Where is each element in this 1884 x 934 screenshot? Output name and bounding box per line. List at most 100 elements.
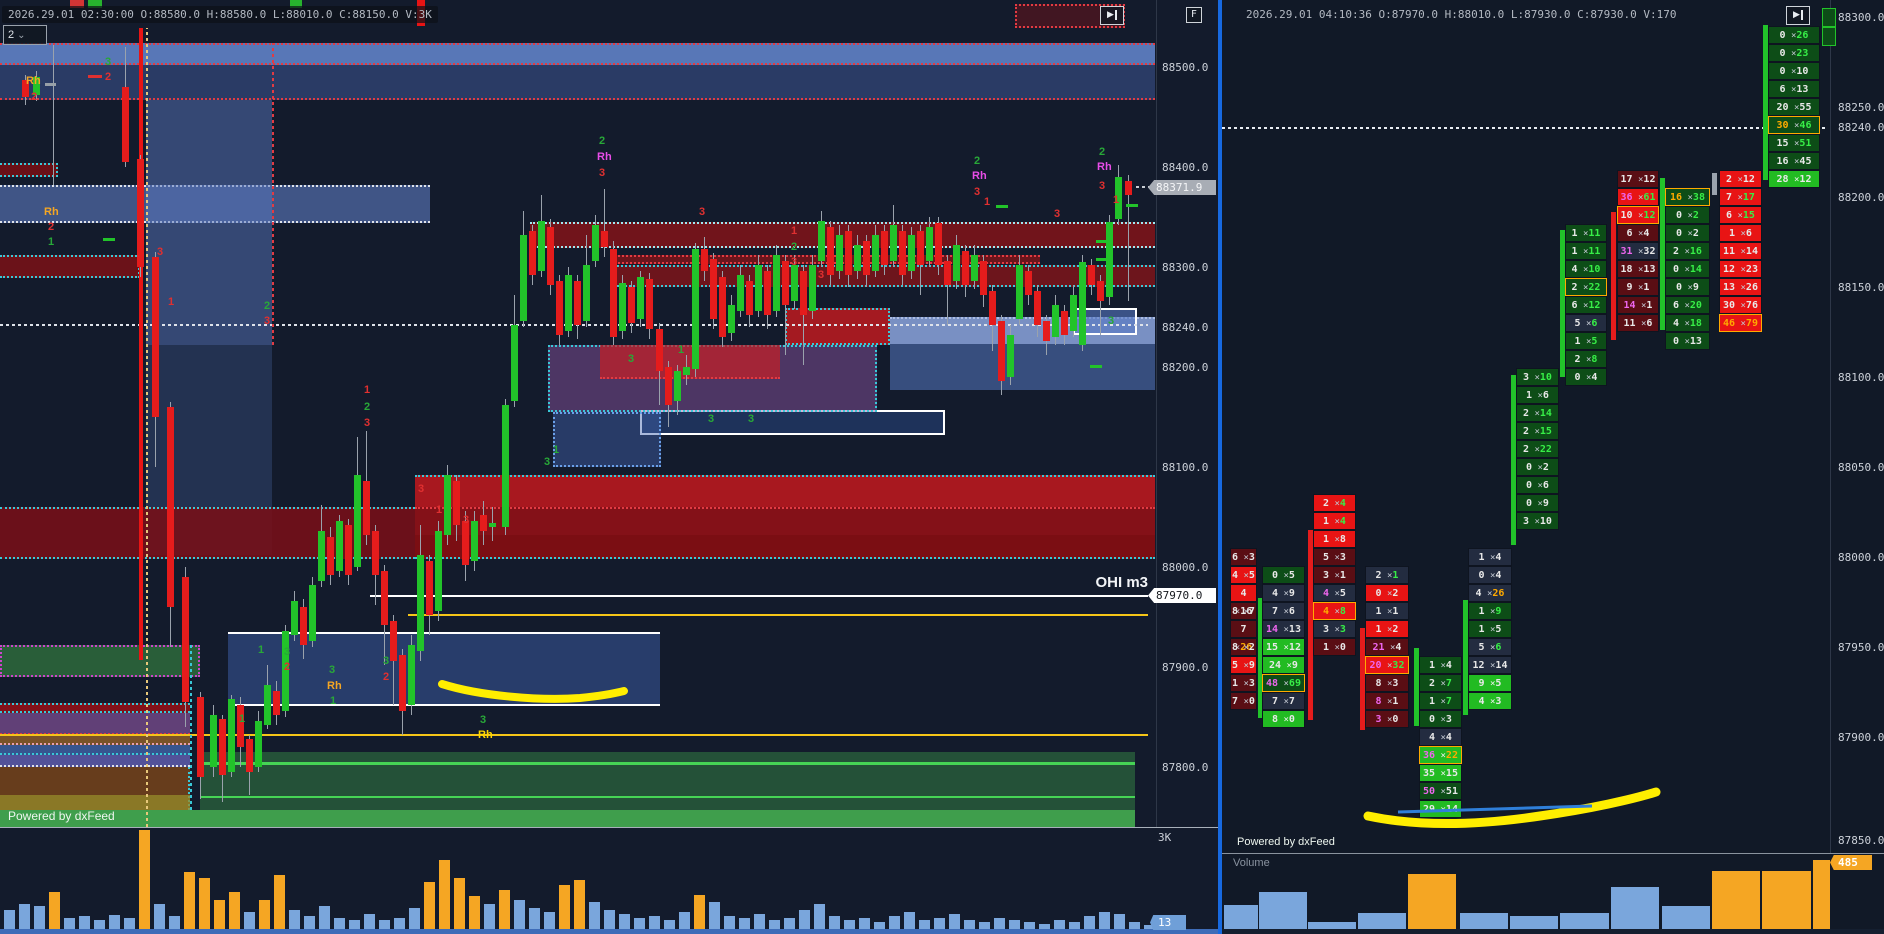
footprint-cell: 4 ×4: [1419, 728, 1462, 746]
count-annotation: 2: [383, 671, 390, 683]
footprint-cell: 1 ×5: [1565, 332, 1607, 350]
count-annotation: 3: [544, 456, 551, 468]
footprint-cell: 5 ×3: [1313, 548, 1356, 566]
footprint-cell: 3 ×0: [1365, 710, 1409, 728]
volume-bar: [274, 875, 285, 930]
horizontal-line: [200, 796, 1135, 798]
left-time-axis[interactable]: [0, 929, 1218, 934]
footprint-cell: 8 ×2: [1230, 638, 1257, 656]
footprint-cell: 6 ×20: [1665, 296, 1710, 314]
candle: [683, 367, 690, 375]
price-axis-label: 88200.0: [1838, 191, 1884, 204]
price-axis-label: 87950.0: [1838, 641, 1884, 654]
volume-bar: [694, 895, 705, 930]
candle: [1016, 265, 1023, 319]
volume-bar: [829, 916, 840, 930]
footprint-cell: 30 ×76: [1719, 296, 1762, 314]
footprint-cell: 0 ×23: [1768, 44, 1820, 62]
footprint-cell: 6 ×15: [1719, 206, 1762, 224]
footprint-cell: 0 ×6: [1516, 476, 1559, 494]
count-annotation: 2: [105, 71, 112, 83]
footprint-cell: 1 ×4: [1468, 548, 1512, 566]
horizontal-line: [0, 734, 1148, 736]
candle: [746, 281, 753, 315]
horizontal-line: [200, 762, 1135, 765]
footprint-cell: 1 ×1: [1365, 602, 1409, 620]
candle: [899, 231, 906, 275]
price-zone: [0, 255, 140, 278]
footprint-cell: 7 ×17: [1719, 188, 1762, 206]
right-time-axis[interactable]: [1222, 929, 1884, 934]
price-axis-label: 88300.0: [1162, 261, 1209, 274]
volume-bar: [1611, 887, 1659, 929]
candle: [610, 249, 617, 337]
footprint-cell: 8 ×3: [1365, 674, 1409, 692]
footprint-cell: 2 ×4: [1313, 494, 1356, 512]
price-zone: [0, 163, 58, 177]
price-zone: [415, 535, 1155, 559]
count-annotation: 3: [157, 246, 164, 258]
footprint-cell: 11 ×6: [1617, 314, 1659, 332]
vertical-line: [139, 28, 143, 660]
price-zone: [0, 65, 1155, 100]
count-annotation: 2: [1099, 146, 1106, 158]
footprint-cell: 5 ×6: [1468, 638, 1512, 656]
count-annotation: 3: [480, 714, 487, 726]
price-zone: [0, 703, 190, 713]
volume-bar: [469, 896, 480, 930]
volume-bar: [1408, 874, 1456, 929]
jump-to-latest-button-right[interactable]: ▶: [1786, 6, 1810, 25]
candle: [962, 251, 969, 285]
f-indicator-button[interactable]: F: [1186, 7, 1202, 23]
volume-bar: [319, 906, 330, 930]
candle: [511, 325, 518, 401]
interval-dropdown[interactable]: 2 ⌄: [3, 25, 47, 45]
footprint-cell: 6 ×4: [1617, 224, 1659, 242]
volume-bar: [889, 916, 900, 930]
price-axis-label: 88250.0: [1838, 101, 1884, 114]
volume-bar: [679, 912, 690, 930]
panel-divider[interactable]: [1218, 0, 1222, 934]
volume-bar: [1224, 905, 1258, 929]
footprint-cell: 2 ×7: [1419, 674, 1462, 692]
candle: [800, 271, 807, 315]
chart-layers: 3 2 Rh 2 Rh 2 1 3 1 2 3 1 2 3 3 1 3 3 1 2 Rh 3 3 1 2 3 3 3 1 3 3 3 2 Rh 3 1…: [0, 0, 1884, 934]
watermark-label: OHI m3: [1095, 574, 1148, 591]
count-annotation: 3: [974, 186, 981, 198]
count-annotation: 3: [699, 206, 706, 218]
footprint-cell: 2 ×1: [1365, 566, 1409, 584]
volume-bar: [1084, 916, 1095, 930]
candle: [547, 227, 554, 285]
poc-dash: [88, 75, 102, 78]
candle: [998, 321, 1005, 381]
volume-bar: [4, 910, 15, 930]
last-volume-badge: 13: [1150, 915, 1186, 930]
count-annotation: 3: [599, 167, 606, 179]
volume-bar: [529, 908, 540, 930]
candle: [529, 231, 536, 275]
price-zone: [415, 475, 1155, 507]
footprint-column: 2 ×4 1 ×4 1 ×8 5 ×3 3 ×1 4 ×5 4 ×8 3 ×3 1 ×0: [1313, 494, 1356, 656]
candle: [538, 221, 545, 271]
poc-dash: [103, 238, 115, 241]
footprint-cell: 1 ×4: [1419, 656, 1462, 674]
footprint-column: 3 ×10 1 ×6 2 ×14 2 ×15 2 ×22 0 ×2 0 ×6 0 ×9 3 ×1…: [1516, 368, 1559, 530]
candle: [152, 257, 159, 417]
candle: [197, 697, 204, 777]
footprint-cell: 14 ×1: [1617, 296, 1659, 314]
footprint-cell: 2 ×22: [1516, 440, 1559, 458]
price-zone: [0, 745, 190, 755]
volume-bar: [364, 914, 375, 930]
jump-to-latest-button[interactable]: ▶: [1100, 6, 1124, 25]
count-annotation: 1: [258, 644, 265, 656]
count-annotation: 2: [791, 241, 798, 253]
candle: [182, 577, 189, 702]
candle: [444, 475, 451, 535]
price-zone: [553, 412, 661, 467]
footprint-cell: 2 ×12: [1719, 170, 1762, 188]
candle: [728, 305, 735, 333]
candle: [1025, 271, 1032, 295]
footprint-cell: 15 ×51: [1768, 134, 1820, 152]
count-annotation: 2: [48, 221, 55, 233]
count-annotation: 3: [1108, 315, 1115, 327]
